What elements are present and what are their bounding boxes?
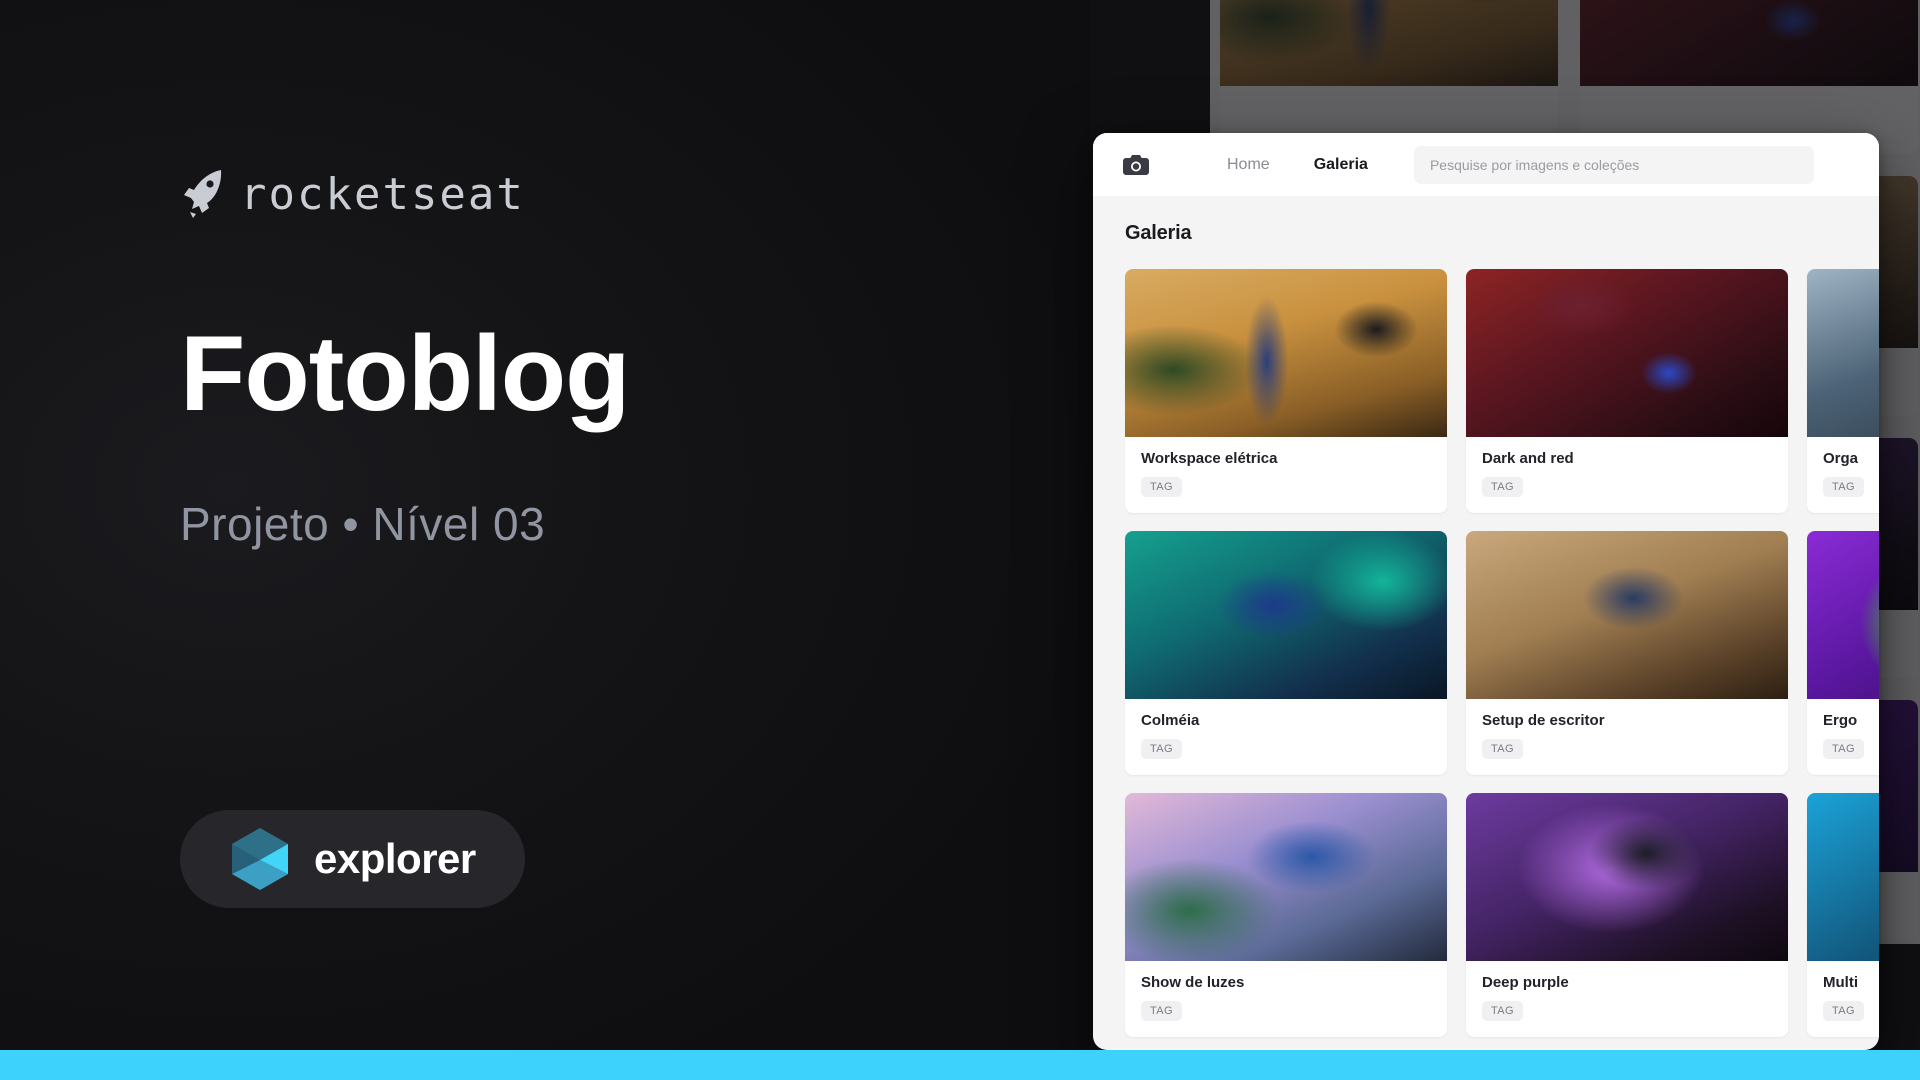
card-tag[interactable]: TAG bbox=[1141, 1001, 1182, 1021]
app-header: Home Galeria Pesquise por imagens e cole… bbox=[1093, 133, 1879, 196]
main-nav: Home Galeria bbox=[1205, 156, 1390, 174]
app-body: Galeria Workspace elétrica TAG Dark and … bbox=[1093, 196, 1879, 1050]
card-thumbnail bbox=[1807, 793, 1879, 961]
page-title: Fotoblog bbox=[180, 313, 631, 433]
card-thumbnail bbox=[1125, 793, 1447, 961]
card-thumbnail bbox=[1466, 531, 1788, 699]
background-card bbox=[1580, 0, 1918, 154]
gallery-card[interactable]: Dark and red TAG bbox=[1466, 269, 1788, 513]
card-thumbnail bbox=[1466, 269, 1788, 437]
card-meta: Setup de escritor TAG bbox=[1466, 699, 1788, 775]
card-tag[interactable]: TAG bbox=[1823, 1001, 1864, 1021]
card-thumbnail bbox=[1807, 269, 1879, 437]
nav-item-galeria[interactable]: Galeria bbox=[1292, 156, 1390, 174]
app-window: Home Galeria Pesquise por imagens e cole… bbox=[1093, 133, 1879, 1050]
card-thumbnail bbox=[1125, 531, 1447, 699]
card-title: Multi bbox=[1823, 974, 1858, 991]
card-meta: Show de luzes TAG bbox=[1125, 961, 1447, 1037]
card-title: Ergo bbox=[1823, 712, 1858, 729]
brand-name: rocketseat bbox=[240, 168, 525, 220]
card-meta: Orga TAG bbox=[1807, 437, 1879, 513]
card-tag[interactable]: TAG bbox=[1823, 477, 1864, 497]
card-thumbnail bbox=[1466, 793, 1788, 961]
card-title: Orga bbox=[1823, 450, 1859, 467]
card-title: Colméia bbox=[1141, 712, 1200, 729]
explorer-label: explorer bbox=[314, 835, 476, 882]
gallery-card[interactable]: Colméia TAG bbox=[1125, 531, 1447, 775]
card-tag[interactable]: TAG bbox=[1482, 1001, 1523, 1021]
hero-panel: rocketseat Fotoblog Projeto • Nível 03 e… bbox=[0, 0, 1090, 1080]
card-tag[interactable]: TAG bbox=[1141, 739, 1182, 759]
card-tag[interactable]: TAG bbox=[1141, 477, 1182, 497]
card-title: Dark and red bbox=[1482, 450, 1574, 467]
accent-bar bbox=[0, 1050, 1920, 1080]
card-title: Setup de escritor bbox=[1482, 712, 1605, 729]
gallery-card[interactable]: Show de luzes TAG bbox=[1125, 793, 1447, 1037]
brand-lockup: rocketseat bbox=[180, 168, 525, 220]
gallery-card[interactable]: Ergo TAG bbox=[1807, 531, 1879, 775]
gallery-card[interactable]: Setup de escritor TAG bbox=[1466, 531, 1788, 775]
gallery-card[interactable]: Workspace elétrica TAG bbox=[1125, 269, 1447, 513]
explorer-cube-icon bbox=[232, 828, 288, 890]
card-meta: Multi TAG bbox=[1807, 961, 1879, 1037]
card-meta: Workspace elétrica TAG bbox=[1125, 437, 1447, 513]
explorer-badge: explorer bbox=[180, 810, 525, 908]
card-thumbnail bbox=[1807, 531, 1879, 699]
camera-icon[interactable] bbox=[1123, 154, 1149, 176]
gallery-card[interactable]: Orga TAG bbox=[1807, 269, 1879, 513]
page-subtitle: Projeto • Nível 03 bbox=[180, 498, 546, 550]
nav-item-home[interactable]: Home bbox=[1205, 156, 1292, 174]
card-title: Deep purple bbox=[1482, 974, 1569, 991]
search-input[interactable]: Pesquise por imagens e coleções bbox=[1413, 145, 1814, 184]
card-tag[interactable]: TAG bbox=[1482, 477, 1523, 497]
card-tag[interactable]: TAG bbox=[1482, 739, 1523, 759]
gallery-grid: Workspace elétrica TAG Dark and red TAG … bbox=[1125, 269, 1879, 1037]
gallery-card[interactable]: Deep purple TAG bbox=[1466, 793, 1788, 1037]
card-meta: Dark and red TAG bbox=[1466, 437, 1788, 513]
card-thumbnail bbox=[1125, 269, 1447, 437]
screenshot-stage: rocketseat Fotoblog Projeto • Nível 03 e… bbox=[0, 0, 1920, 1080]
background-card bbox=[1220, 0, 1558, 154]
card-title: Show de luzes bbox=[1141, 974, 1245, 991]
card-meta: Deep purple TAG bbox=[1466, 961, 1788, 1037]
card-tag[interactable]: TAG bbox=[1823, 739, 1864, 759]
card-title: Workspace elétrica bbox=[1141, 450, 1278, 467]
card-meta: Colméia TAG bbox=[1125, 699, 1447, 775]
card-meta: Ergo TAG bbox=[1807, 699, 1879, 775]
gallery-card[interactable]: Multi TAG bbox=[1807, 793, 1879, 1037]
rocket-icon bbox=[184, 170, 222, 218]
search-placeholder: Pesquise por imagens e coleções bbox=[1429, 156, 1640, 173]
gallery-heading: Galeria bbox=[1125, 222, 1192, 244]
